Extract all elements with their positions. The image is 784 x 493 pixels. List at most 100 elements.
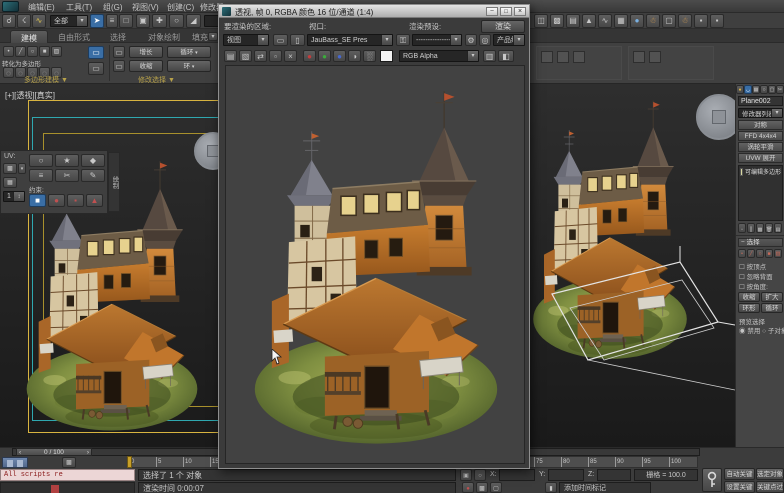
select-object-icon[interactable]: ➤ <box>90 14 104 28</box>
preview-radios[interactable]: ◉ 禁用 ○ 子对象 <box>739 325 784 335</box>
ring-sel-button[interactable]: 环形 <box>738 303 760 313</box>
blue-channel-icon[interactable]: ● <box>333 50 346 62</box>
red-channel-icon[interactable]: ● <box>303 50 316 62</box>
environment-icon[interactable]: ◎ <box>479 34 491 46</box>
green-channel-icon[interactable]: ● <box>318 50 331 62</box>
auto-region-icon[interactable]: ▯ <box>290 34 305 46</box>
selection-filter-dropdown[interactable]: 全部 ▾ <box>50 15 88 27</box>
ribbon-minimize-icon[interactable]: ▾ <box>208 32 218 41</box>
viewcube-right[interactable] <box>696 94 735 140</box>
next-frame-arrow[interactable]: › <box>87 449 91 456</box>
tab-utilities-icon[interactable]: ✂ <box>776 85 784 94</box>
list-icon[interactable]: ≡ <box>29 169 53 182</box>
edit-region-icon[interactable]: ▭ <box>273 34 288 46</box>
grow-sel-button[interactable]: 扩大 <box>761 292 783 302</box>
sel-vertex-icon[interactable]: • <box>738 249 746 258</box>
select-by-name-icon[interactable]: ≡ <box>106 14 118 28</box>
tab-modify-icon[interactable]: ◡ <box>744 85 752 94</box>
channel-display-dropdown[interactable]: RGB Alpha ▾ <box>399 50 479 62</box>
constraint-normal-icon[interactable]: ▲ <box>86 194 103 207</box>
curve-editor-icon[interactable]: ∿ <box>598 14 612 28</box>
background-swatch[interactable] <box>380 50 393 62</box>
render-preset-dropdown[interactable]: -------------------▾ <box>412 34 462 46</box>
ring-button[interactable]: 环 ▾ <box>167 60 211 72</box>
tab-hierarchy-icon[interactable]: ▦ <box>752 85 760 94</box>
rotate-icon[interactable]: ○ <box>169 14 184 28</box>
add-time-tag[interactable]: 添加时间标记 <box>559 482 651 493</box>
modifier-symmetry[interactable]: 对称 <box>738 120 783 130</box>
area-to-render-dropdown[interactable]: 视图 ▾ <box>223 34 269 46</box>
make-unique-button[interactable]: ▩ <box>756 223 764 233</box>
configure-stack-button[interactable]: ▤ <box>774 223 782 233</box>
constraint-edge-icon[interactable]: ● <box>48 194 65 207</box>
isolate-toggle-icon[interactable]: ▣ <box>460 469 472 481</box>
key-filters-button[interactable]: 关键点过滤器... <box>756 481 784 493</box>
loop-sel-button[interactable]: 循环 <box>761 303 783 313</box>
uv-tool-dropdown-icon[interactable]: ▾ <box>18 163 26 174</box>
modsel-icon2[interactable]: ▭ <box>113 60 125 72</box>
pin-stack-icon[interactable]: ▭ <box>88 62 104 75</box>
scale-icon[interactable]: ◢ <box>186 14 201 28</box>
maxscript-mini-listener[interactable]: All scripts re <box>0 469 135 481</box>
set-keys-button[interactable] <box>702 468 722 492</box>
current-frame-marker[interactable] <box>127 456 132 468</box>
set-key-button[interactable]: 设置关键点 <box>724 481 755 493</box>
wrench-icon[interactable]: ✂ <box>55 169 79 182</box>
clone-window-icon[interactable]: ⇄ <box>254 50 267 62</box>
prompt-icon-2[interactable]: ▩ <box>476 482 488 493</box>
base-object-label[interactable]: 可编辑多边形 <box>745 167 781 176</box>
modifier-list-dropdown[interactable]: 修改器列表▾ <box>738 108 783 118</box>
tab-modeling[interactable]: 建模 <box>10 30 48 43</box>
render-setup-icon[interactable]: ☃ <box>646 14 660 28</box>
layers-icon[interactable]: ▥ <box>483 50 496 62</box>
constraint-none-icon[interactable]: ■ <box>29 194 46 207</box>
graphite-icon[interactable]: ▲ <box>582 14 596 28</box>
y-coord-input[interactable] <box>548 469 584 481</box>
mirror-icon[interactable]: ◫ <box>534 14 548 28</box>
toolbar-extra2-icon[interactable]: ▪ <box>710 14 724 28</box>
uv-value-spinner[interactable]: 1 ↕ <box>3 191 25 202</box>
minimize-button[interactable]: – <box>486 7 498 16</box>
sel-border-icon[interactable]: ○ <box>756 249 764 258</box>
render-quality-dropdown[interactable]: 产品级▾ <box>493 34 525 46</box>
grow-button[interactable]: 增长 <box>129 46 163 58</box>
modsel-icon1[interactable]: ▭ <box>113 46 125 58</box>
tab-motion-icon[interactable]: ○ <box>760 85 768 94</box>
by-angle-checkbox[interactable]: ☐ 按角度: <box>739 281 784 291</box>
modifier-unwrap-uvw[interactable]: UVW 展开 <box>738 153 783 163</box>
schematic-view-icon[interactable]: ▦ <box>614 14 628 28</box>
prompt-icon-3[interactable]: ▢ <box>490 482 502 493</box>
shrink-button[interactable]: 收缩 <box>129 60 163 72</box>
alpha-channel-icon[interactable]: ░ <box>363 50 376 62</box>
selected-mode-button[interactable]: 选定对象 <box>756 468 784 480</box>
print-image-icon[interactable]: ▫ <box>269 50 282 62</box>
menu-edit[interactable]: 编辑(E) <box>28 2 55 13</box>
time-tag-icon[interactable]: ▮ <box>545 482 557 493</box>
mono-channel-icon[interactable]: ◑ <box>348 50 361 62</box>
pin-stack-button[interactable]: ▫ <box>738 223 746 233</box>
menu-views[interactable]: 视图(V) <box>132 2 159 13</box>
brush-icon[interactable]: ✎ <box>81 169 105 182</box>
subobj-border-icon[interactable]: ○ <box>27 46 38 57</box>
subobj-element-icon[interactable]: ▨ <box>51 46 62 57</box>
lock-viewport-icon[interactable]: ⚿ <box>396 34 410 46</box>
uv-grid-icon[interactable]: ▦ <box>3 177 17 188</box>
bind-spacewarp-icon[interactable]: ∿ <box>32 14 46 28</box>
menu-create[interactable]: 创建(C) <box>167 2 194 13</box>
sel-polygon-icon[interactable]: ■ <box>765 249 773 258</box>
subobj-edge-icon[interactable]: ╱ <box>15 46 26 57</box>
time-slider-handle[interactable]: ‹ 0 / 100 › <box>16 448 92 456</box>
tab-create-icon[interactable]: ● <box>736 85 744 94</box>
unlink-icon[interactable]: ☇ <box>17 14 31 28</box>
align-icon[interactable]: ▩ <box>550 14 564 28</box>
render-button[interactable]: 渲染 <box>481 20 525 33</box>
trackbar-filter-icon[interactable]: ▩ <box>62 457 76 468</box>
tab-populate[interactable]: 填充 <box>192 32 208 43</box>
viewport-dropdown[interactable]: JauBass_SE Pres ▾ <box>307 34 393 46</box>
constraint-face-icon[interactable]: ▪ <box>67 194 84 207</box>
render-setup-small-icon[interactable]: ⚙ <box>465 34 477 46</box>
clear-image-icon[interactable]: × <box>284 50 297 62</box>
preview-subobj-icon[interactable]: ▭ <box>88 46 104 59</box>
loop-button[interactable]: 循环 ▾ <box>167 46 211 58</box>
by-vertex-checkbox[interactable]: ☐ 按顶点 <box>739 261 784 271</box>
